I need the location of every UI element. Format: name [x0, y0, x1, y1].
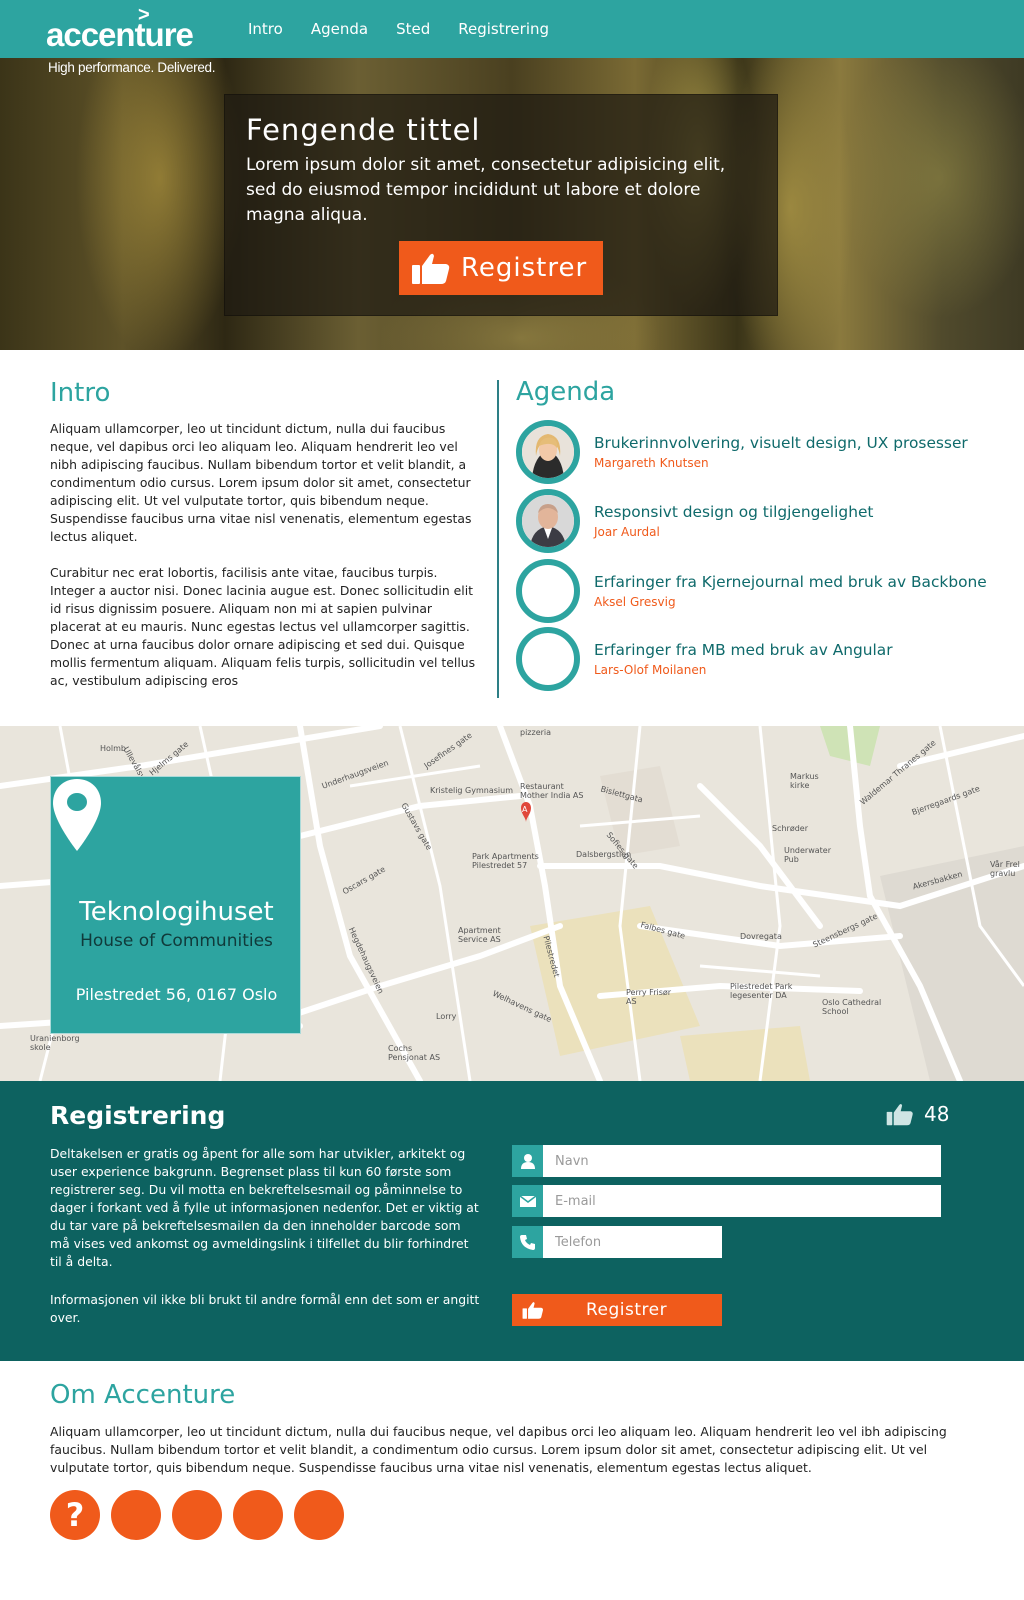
speaker-avatar	[516, 627, 580, 691]
name-input[interactable]	[543, 1145, 941, 1177]
agenda-heading: Agenda	[516, 377, 616, 407]
map-label: Apartment Service AS	[458, 926, 501, 944]
speaker-avatar	[516, 420, 580, 484]
svg-text:A: A	[522, 805, 528, 814]
location-card: Teknologihuset House of Communities Pile…	[50, 776, 301, 1034]
map-label: Pilestredet Park legesenter DA	[730, 982, 793, 1000]
nav-item-registrering[interactable]: Registrering	[458, 20, 549, 38]
map-label: Uranienborg skole	[30, 1034, 80, 1052]
agenda-talk-title[interactable]: Erfaringer fra Kjernejournal med bruk av…	[594, 573, 987, 591]
phone-icon	[512, 1226, 543, 1258]
like-counter[interactable]: 48	[886, 1101, 949, 1127]
location-address: Pilestredet 56, 0167 Oslo	[75, 985, 278, 1004]
hero-text: Lorem ipsum dolor sit amet, consectetur …	[246, 155, 726, 225]
map-label: Schrøder	[772, 824, 809, 833]
speaker-avatar	[516, 559, 580, 623]
map-label: Cochs Pensjonat AS	[388, 1044, 441, 1062]
agenda-talk-title[interactable]: Brukerinnvolvering, visuelt design, UX p…	[594, 434, 968, 452]
agenda-speaker-name: Margareth Knutsen	[594, 456, 709, 470]
map-label: Restaurant Mother India AS	[520, 782, 584, 800]
speaker-avatar	[516, 489, 580, 553]
agenda-item[interactable]: Responsivt design og tilgjengelighet Joa…	[516, 489, 996, 553]
hero-register-label: Registrer	[461, 253, 588, 283]
user-icon	[512, 1145, 543, 1177]
map-pin-icon	[53, 779, 101, 851]
agenda-talk-title[interactable]: Responsivt design og tilgjengelighet	[594, 503, 873, 521]
registration-body: Deltakelsen er gratis og åpent for alle …	[50, 1145, 482, 1347]
map-label: Dovregata	[740, 932, 782, 941]
section-divider	[497, 380, 499, 698]
map-label: Lorry	[436, 1012, 457, 1021]
phone-input[interactable]	[543, 1226, 722, 1258]
location-map[interactable]: A Holmb Ullevålsveien Hjelms gate pizzer…	[0, 726, 1024, 1081]
intro-paragraph: Curabitur nec erat lobortis, facilisis a…	[50, 565, 476, 688]
registration-paragraph: Deltakelsen er gratis og åpent for alle …	[50, 1146, 479, 1269]
logo-tagline: High performance. Delivered.	[48, 60, 216, 75]
map-label: Dalsbergstien	[576, 850, 632, 859]
agenda-speaker-name: Lars-Olof Moilanen	[594, 663, 707, 677]
map-label: Perry Frisør AS	[626, 988, 672, 1006]
map-label: Underwater Pub	[784, 846, 832, 864]
hero-register-button[interactable]: Registrer	[399, 241, 603, 295]
social-icon-5[interactable]	[294, 1490, 344, 1540]
map-label: pizzeria	[520, 728, 552, 737]
social-icon-2[interactable]	[111, 1490, 161, 1540]
nav-item-agenda[interactable]: Agenda	[311, 20, 368, 38]
agenda-item[interactable]: Brukerinnvolvering, visuelt design, UX p…	[516, 420, 996, 484]
nav-item-sted[interactable]: Sted	[396, 20, 430, 38]
register-submit-label: Registrer	[586, 1300, 668, 1320]
nav-menu: Intro Agenda Sted Registrering	[248, 0, 577, 58]
registration-paragraph: Informasjonen vil ikke bli brukt til and…	[50, 1292, 480, 1325]
intro-body: Aliquam ullamcorper, leo ut tincidunt di…	[50, 420, 480, 708]
page: > accenture High performance. Delivered.…	[0, 0, 1024, 1600]
agenda-speaker-name: Joar Aurdal	[594, 525, 660, 539]
location-name: Teknologihuset	[79, 897, 274, 927]
map-label: Vår Frel gravlu	[990, 860, 1020, 878]
thumbs-up-icon	[412, 253, 450, 284]
question-icon[interactable]: ?	[50, 1490, 100, 1540]
email-input[interactable]	[543, 1185, 941, 1217]
register-submit-button[interactable]: Registrer	[512, 1294, 722, 1326]
email-field	[512, 1185, 941, 1217]
thumbs-up-icon	[522, 1302, 544, 1319]
about-heading: Om Accenture	[50, 1380, 236, 1410]
accenture-logo[interactable]: > accenture High performance. Delivered.	[46, 4, 216, 76]
agenda-item[interactable]: Erfaringer fra MB med bruk av Angular La…	[516, 627, 996, 691]
logo-wordmark: accenture	[46, 16, 194, 53]
registration-heading: Registrering	[50, 1101, 226, 1130]
top-nav: > accenture High performance. Delivered.…	[0, 0, 1024, 75]
agenda-talk-title[interactable]: Erfaringer fra MB med bruk av Angular	[594, 641, 893, 659]
intro-paragraph: Aliquam ullamcorper, leo ut tincidunt di…	[50, 421, 472, 544]
hero-panel: Fengende tittel Lorem ipsum dolor sit am…	[224, 94, 778, 316]
hero-title: Fengende tittel	[246, 113, 481, 147]
phone-field	[512, 1226, 722, 1258]
envelope-icon	[512, 1185, 543, 1217]
agenda-item[interactable]: Erfaringer fra Kjernejournal med bruk av…	[516, 559, 996, 623]
map-label: Markus kirke	[790, 772, 819, 790]
map-label: Oslo Cathedral School	[822, 998, 882, 1016]
hero-banner: Fengende tittel Lorem ipsum dolor sit am…	[0, 58, 1024, 350]
speaker-photo	[522, 495, 574, 547]
agenda-speaker-name: Aksel Gresvig	[594, 595, 676, 609]
social-icon-3[interactable]	[172, 1490, 222, 1540]
name-field	[512, 1145, 941, 1177]
map-label: Kristelig Gymnasium	[430, 786, 514, 795]
registration-section: Registrering 48 Deltakelsen er gratis og…	[0, 1081, 1024, 1361]
about-body: Aliquam ullamcorper, leo ut tincidunt di…	[50, 1424, 947, 1475]
location-subtitle: House of Communities	[80, 931, 273, 951]
speaker-photo	[522, 426, 574, 478]
social-icon-4[interactable]	[233, 1490, 283, 1540]
thumbs-up-icon	[886, 1104, 913, 1126]
nav-item-intro[interactable]: Intro	[248, 20, 283, 38]
map-label: Park Apartments Pilestredet 57	[472, 852, 539, 870]
like-count: 48	[924, 1102, 950, 1126]
intro-heading: Intro	[50, 378, 111, 408]
